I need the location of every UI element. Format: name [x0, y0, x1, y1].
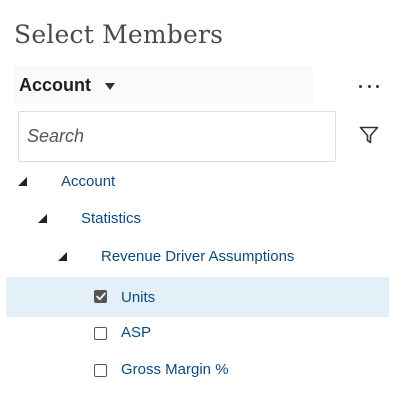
tree-node-label[interactable]: Account	[61, 173, 115, 190]
tree-node-gross-margin[interactable]: Gross Margin %	[6, 351, 389, 388]
more-dot	[376, 84, 379, 88]
tree-node-revenue-driver-assumptions[interactable]: Revenue Driver Assumptions	[6, 238, 389, 275]
tree-node-account[interactable]: Account	[6, 163, 389, 200]
tree-node-label[interactable]: ASP	[121, 324, 151, 341]
tree-node-label[interactable]: Revenue Driver Assumptions	[101, 248, 294, 265]
dimension-dropdown-label: Account	[19, 74, 91, 95]
tree-node-statistics[interactable]: Statistics	[6, 200, 389, 237]
checkbox-unchecked[interactable]	[94, 327, 107, 340]
collapse-triangle-icon[interactable]	[18, 177, 27, 186]
tree-node-units[interactable]: Units	[6, 277, 389, 317]
tree-node-label[interactable]: Units	[121, 289, 155, 306]
collapse-triangle-icon[interactable]	[58, 252, 67, 261]
checkbox-checked[interactable]	[94, 290, 107, 303]
more-dot	[367, 84, 371, 88]
tree-node-label[interactable]: Gross Margin %	[121, 361, 229, 378]
search-input[interactable]	[18, 111, 336, 162]
caret-down-icon	[105, 83, 115, 90]
tree-node-asp[interactable]: ASP	[6, 314, 389, 351]
dimension-dropdown[interactable]: Account	[14, 66, 313, 104]
more-actions-icon[interactable]	[359, 83, 379, 89]
checkbox-unchecked[interactable]	[94, 364, 107, 377]
dialog-title: Select Members	[14, 20, 224, 49]
collapse-triangle-icon[interactable]	[38, 214, 47, 223]
more-dot	[359, 84, 362, 88]
tree-node-label[interactable]: Statistics	[81, 210, 141, 227]
check-icon	[95, 292, 106, 301]
filter-icon[interactable]	[359, 126, 379, 144]
